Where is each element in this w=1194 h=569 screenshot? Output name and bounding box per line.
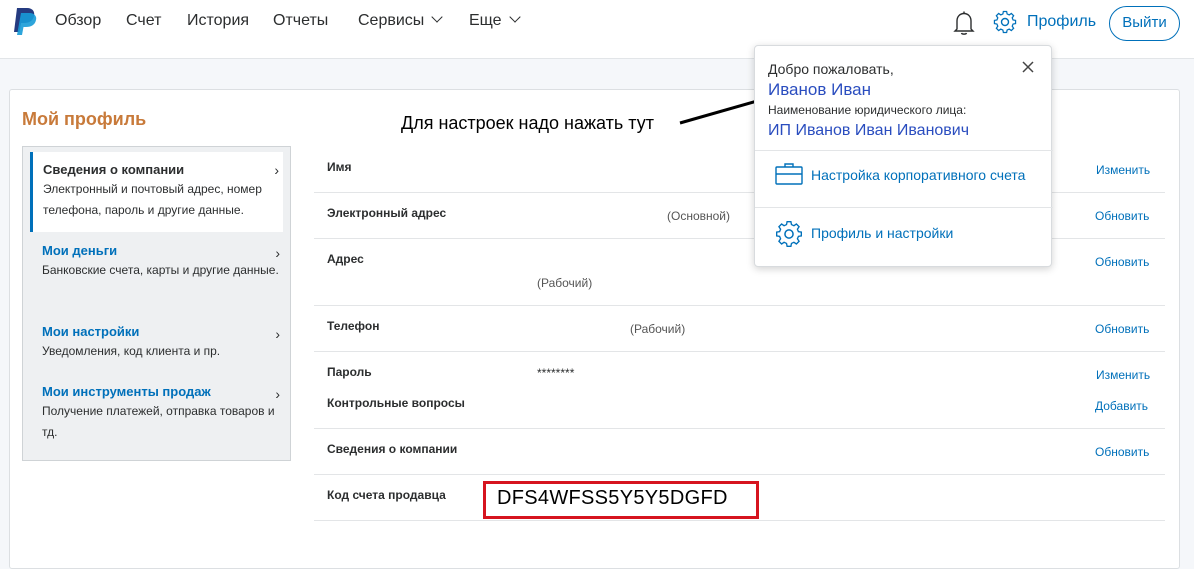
- row-label-merchant-id: Код счета продавца: [327, 488, 446, 502]
- chevron-down-icon: [431, 11, 443, 23]
- nav-account[interactable]: Счет: [126, 12, 161, 30]
- row-label-security-questions: Контрольные вопросы: [327, 396, 465, 410]
- dropdown-divider: [755, 207, 1053, 208]
- address-update-link[interactable]: Обновить: [1095, 255, 1149, 269]
- dropdown-user-name: Иванов Иван: [768, 80, 872, 99]
- password-masked-value: ********: [537, 366, 575, 380]
- chevron-right-icon: ›: [275, 326, 280, 342]
- sidebar-item-desc: Получение платежей, отправка товаров и т…: [42, 404, 275, 439]
- row-divider: [314, 305, 1165, 306]
- dropdown-welcome: Добро пожаловать,: [768, 61, 894, 77]
- sidebar-item-money[interactable]: Мои деньги Банковские счета, карты и дру…: [42, 243, 284, 281]
- row-divider: [314, 474, 1165, 475]
- chevron-right-icon: ›: [274, 162, 279, 178]
- merchant-id-value: DFS4WFSS5Y5Y5DGFD: [483, 481, 759, 519]
- row-label-password: Пароль: [327, 365, 372, 379]
- sidebar-item-settings[interactable]: Мои настройки Уведомления, код клиента и…: [42, 324, 284, 362]
- annotation-text: Для настроек надо нажать тут: [401, 113, 654, 133]
- dropdown-item-profile-settings[interactable]: Профиль и настройки: [811, 225, 953, 241]
- nav-reports[interactable]: Отчеты: [273, 12, 328, 30]
- row-divider: [314, 351, 1165, 352]
- company-update-link[interactable]: Обновить: [1095, 445, 1149, 459]
- nav-services[interactable]: Сервисы: [358, 11, 443, 30]
- address-work-note: (Рабочий): [537, 276, 593, 290]
- profile-dropdown: Добро пожаловать, Иванов Иван Наименован…: [754, 45, 1053, 267]
- password-change-link[interactable]: Изменить: [1096, 368, 1150, 382]
- sidebar-item-desc: Электронный и почтовый адрес, номер теле…: [43, 182, 262, 217]
- row-label-email: Электронный адрес: [327, 206, 447, 220]
- chevron-right-icon: ›: [275, 386, 280, 402]
- bell-icon[interactable]: [952, 10, 976, 36]
- gear-icon[interactable]: [993, 10, 1017, 34]
- profile-sidebar: Сведения о компании Электронный и почтов…: [22, 146, 291, 461]
- sidebar-item-desc: Уведомления, код клиента и пр.: [42, 344, 221, 358]
- row-label-name: Имя: [327, 160, 352, 174]
- phone-work-note: (Рабочий): [630, 322, 686, 336]
- page-title: Мой профиль: [22, 109, 147, 129]
- nav-services-label: Сервисы: [358, 12, 425, 29]
- chevron-down-icon: [508, 11, 521, 23]
- name-edit-link[interactable]: Изменить: [1096, 163, 1150, 177]
- row-label-company: Сведения о компании: [327, 442, 458, 456]
- phone-update-link[interactable]: Обновить: [1095, 322, 1149, 336]
- nav-more[interactable]: Еще: [469, 11, 521, 30]
- profile-link[interactable]: Профиль: [1027, 13, 1096, 31]
- nav-overview[interactable]: Обзор: [55, 12, 101, 30]
- sidebar-item-title: Мои настройки: [42, 324, 140, 339]
- paypal-logo-icon[interactable]: [10, 6, 38, 36]
- dropdown-entity-name: ИП Иванов Иван Иванович: [768, 122, 970, 139]
- close-icon[interactable]: [1020, 59, 1036, 75]
- row-label-address: Адрес: [327, 252, 364, 266]
- row-divider: [314, 428, 1165, 429]
- dropdown-divider: [755, 150, 1053, 151]
- email-update-link[interactable]: Обновить: [1095, 209, 1149, 223]
- row-label-phone: Телефон: [327, 319, 380, 333]
- sidebar-item-desc: Банковские счета, карты и другие данные.: [42, 263, 279, 277]
- logout-button[interactable]: Выйти: [1109, 6, 1180, 41]
- email-primary-note: (Основной): [667, 209, 731, 223]
- dropdown-entity-label: Наименование юридического лица:: [768, 103, 967, 117]
- security-add-link[interactable]: Добавить: [1095, 399, 1148, 413]
- nav-history[interactable]: История: [187, 12, 249, 30]
- row-divider: [314, 520, 1165, 521]
- briefcase-icon: [775, 163, 803, 185]
- sidebar-item-title: Сведения о компании: [43, 162, 185, 177]
- nav-more-label: Еще: [469, 12, 502, 29]
- sidebar-item-company[interactable]: Сведения о компании Электронный и почтов…: [30, 152, 283, 232]
- sidebar-item-sales-tools[interactable]: Мои инструменты продаж Получение платеже…: [42, 384, 284, 443]
- sidebar-item-title: Мои деньги: [42, 243, 118, 258]
- dropdown-item-corporate-settings[interactable]: Настройка корпоративного счета: [811, 167, 1025, 183]
- sidebar-item-title: Мои инструменты продаж: [42, 384, 211, 399]
- chevron-right-icon: ›: [275, 245, 280, 261]
- gear-icon: [776, 221, 802, 247]
